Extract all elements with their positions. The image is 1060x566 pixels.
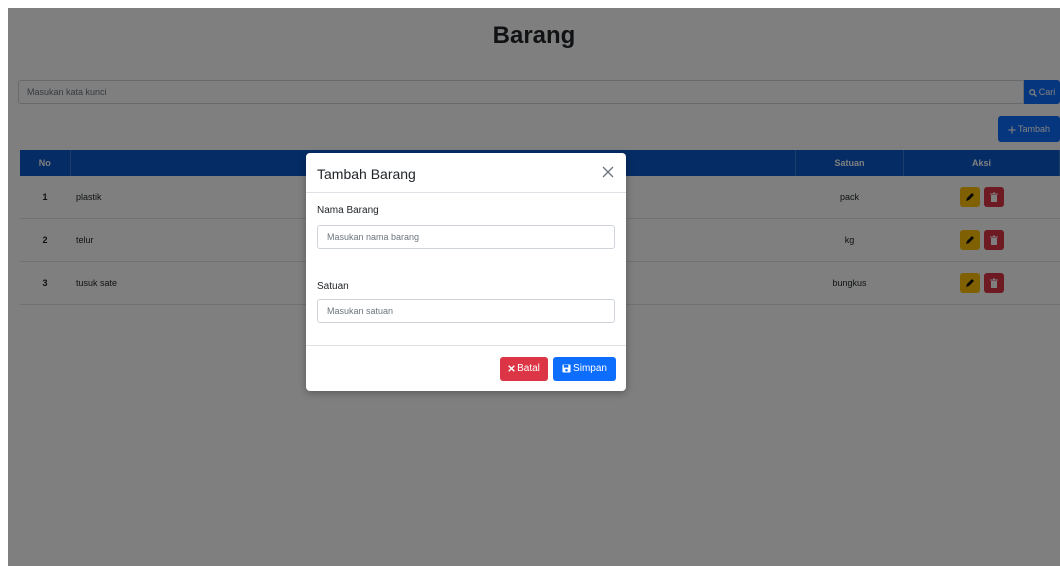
save-button-label: Simpan (573, 363, 607, 374)
x-icon (508, 365, 515, 372)
save-button[interactable]: Simpan (553, 357, 616, 381)
unit-field-input[interactable]: Masukan satuan (317, 299, 615, 323)
close-icon[interactable] (601, 165, 615, 179)
cancel-button-label: Batal (517, 363, 540, 374)
name-field-label: Nama Barang (317, 205, 379, 216)
cancel-button[interactable]: Batal (500, 357, 548, 381)
page: Barang Masukan kata kunci Cari Tambah No… (8, 8, 1060, 566)
add-barang-modal: Tambah Barang Nama Barang Masukan nama b… (306, 153, 626, 391)
unit-field-label: Satuan (317, 281, 349, 292)
floppy-icon (562, 364, 571, 373)
modal-title: Tambah Barang (317, 166, 416, 182)
modal-footer: Batal Simpan (306, 345, 626, 391)
modal-header: Tambah Barang (306, 153, 626, 193)
name-field-input[interactable]: Masukan nama barang (317, 225, 615, 249)
